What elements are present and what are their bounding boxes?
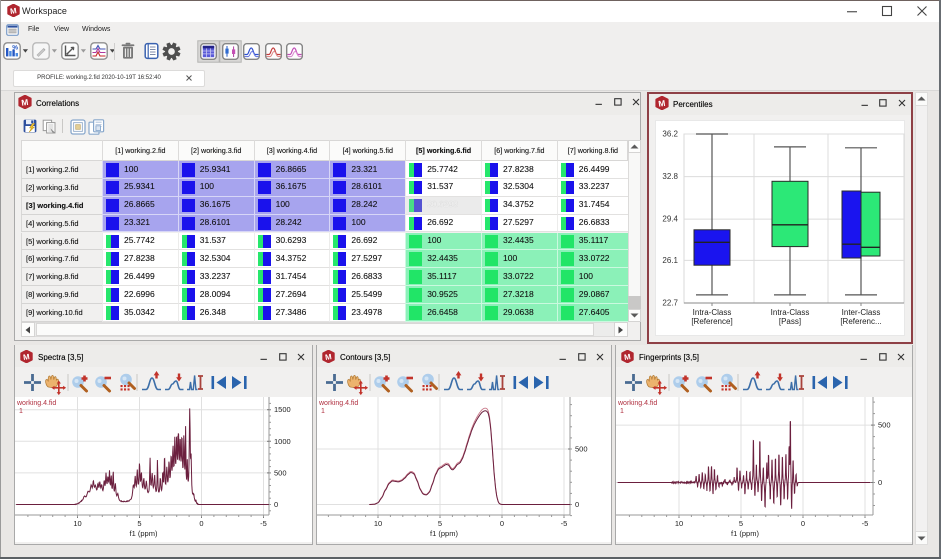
svg-text:26.1: 26.1 [662, 256, 678, 265]
svg-text:[Pass]: [Pass] [779, 317, 801, 326]
svg-text:22.7: 22.7 [662, 299, 678, 308]
svg-text:f1 (ppm): f1 (ppm) [130, 529, 158, 538]
svg-text:1500: 1500 [274, 405, 291, 414]
svg-text:working.4.fid: working.4.fid [318, 400, 358, 407]
svg-text:working.4.fid: working.4.fid [16, 400, 56, 407]
svg-text:32.8: 32.8 [662, 172, 678, 181]
svg-text:-5: -5 [561, 519, 568, 528]
svg-text:500: 500 [878, 420, 891, 429]
svg-text:1: 1 [620, 408, 624, 415]
svg-text:[Reference]: [Reference] [691, 317, 732, 326]
svg-text:5: 5 [438, 519, 442, 528]
svg-text:500: 500 [274, 468, 287, 477]
svg-text:5: 5 [739, 519, 743, 528]
svg-text:-5: -5 [260, 519, 267, 528]
svg-text:0: 0 [878, 478, 882, 487]
svg-text:Intra-Class: Intra-Class [693, 308, 732, 317]
svg-text:working.4.fid: working.4.fid [617, 400, 657, 407]
svg-text:0: 0 [500, 519, 504, 528]
svg-text:36.2: 36.2 [662, 130, 678, 139]
svg-text:0: 0 [575, 500, 579, 509]
svg-text:f1 (ppm): f1 (ppm) [430, 529, 458, 538]
svg-text:Intra-Class: Intra-Class [771, 308, 810, 317]
svg-text:M: M [324, 352, 332, 362]
svg-text:10: 10 [374, 519, 382, 528]
svg-text:[Referenc...: [Referenc... [840, 317, 881, 326]
svg-text:0: 0 [274, 500, 278, 509]
svg-text:Inter-Class: Inter-Class [842, 308, 881, 317]
svg-text:-5: -5 [862, 519, 869, 528]
svg-text:1: 1 [321, 408, 325, 415]
svg-text:1: 1 [19, 408, 23, 415]
svg-text:10: 10 [675, 519, 683, 528]
svg-text:5: 5 [137, 519, 141, 528]
svg-text:M: M [623, 352, 631, 362]
svg-text:f1 (ppm): f1 (ppm) [731, 529, 759, 538]
svg-text:0: 0 [801, 519, 805, 528]
svg-text:1000: 1000 [274, 436, 291, 445]
svg-text:500: 500 [575, 444, 588, 453]
svg-text:M: M [22, 352, 30, 362]
svg-text:0: 0 [199, 519, 203, 528]
svg-text:29.4: 29.4 [662, 215, 678, 224]
svg-text:10: 10 [73, 519, 81, 528]
